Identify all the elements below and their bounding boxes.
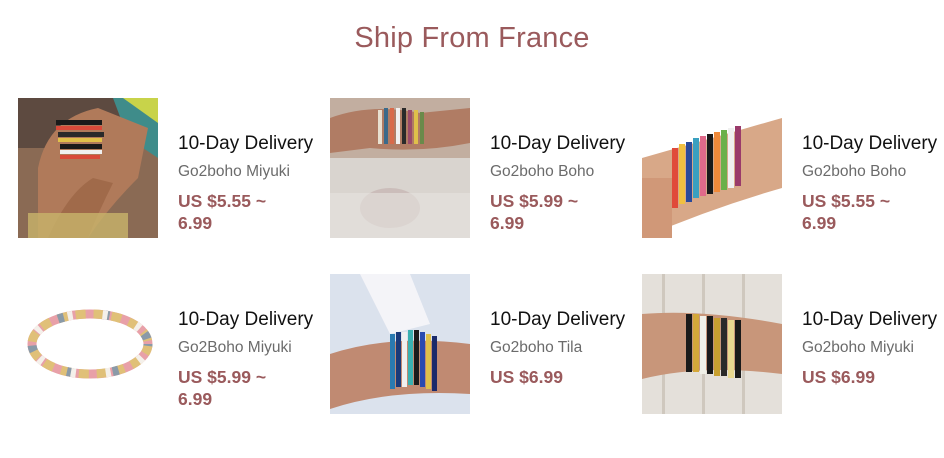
delivery-label: 10-Day Delivery: [490, 133, 626, 154]
bracelet-photo-icon: [330, 274, 470, 414]
bracelet-photo-icon: [18, 274, 158, 414]
price: US $5.55 ~ 6.99: [802, 191, 891, 233]
price: US $5.99 ~ 6.99: [178, 367, 267, 409]
delivery-label: 10-Day Delivery: [802, 309, 938, 330]
bracelet-photo-icon: [642, 98, 782, 238]
delivery-label: 10-Day Delivery: [802, 133, 938, 154]
product-card[interactable]: 10-Day Delivery Go2boho Miyuki US $5.55 …: [18, 98, 330, 238]
product-image[interactable]: [18, 98, 158, 238]
price: US $6.99: [802, 367, 875, 387]
product-grid: 10-Day Delivery Go2boho Miyuki US $5.55 …: [18, 98, 944, 414]
product-info: 10-Day Delivery Go2boho Boho US $5.55 ~ …: [802, 98, 944, 234]
shop-name[interactable]: Go2boho Boho: [802, 162, 944, 182]
shop-name[interactable]: Go2Boho Miyuki: [178, 338, 326, 358]
shop-name[interactable]: Go2boho Miyuki: [178, 162, 326, 182]
bracelet-photo-icon: [330, 98, 470, 238]
bracelet-photo-icon: [642, 274, 782, 414]
product-info: 10-Day Delivery Go2boho Tila US $6.99: [490, 274, 638, 388]
product-image[interactable]: [330, 274, 470, 414]
product-card[interactable]: 10-Day Delivery Go2boho Tila US $6.99: [330, 274, 642, 414]
product-card[interactable]: 10-Day Delivery Go2boho Boho US $5.99 ~ …: [330, 98, 642, 238]
product-image[interactable]: [642, 98, 782, 238]
delivery-label: 10-Day Delivery: [178, 133, 314, 154]
product-card[interactable]: 10-Day Delivery Go2boho Miyuki US $6.99: [642, 274, 944, 414]
delivery-label: 10-Day Delivery: [490, 309, 626, 330]
ship-from-france-section: Ship From France 10-Day Delivery Go2boho…: [0, 0, 944, 458]
product-card[interactable]: 10-Day Delivery Go2boho Boho US $5.55 ~ …: [642, 98, 944, 238]
price: US $5.55 ~ 6.99: [178, 191, 267, 233]
product-info: 10-Day Delivery Go2Boho Miyuki US $5.99 …: [178, 274, 326, 410]
delivery-label: 10-Day Delivery: [178, 309, 314, 330]
product-info: 10-Day Delivery Go2boho Miyuki US $5.55 …: [178, 98, 326, 234]
bracelet-photo-icon: [18, 98, 158, 238]
product-info: 10-Day Delivery Go2boho Boho US $5.99 ~ …: [490, 98, 638, 234]
shop-name[interactable]: Go2boho Boho: [490, 162, 638, 182]
price: US $5.99 ~ 6.99: [490, 191, 579, 233]
product-image[interactable]: [18, 274, 158, 414]
price: US $6.99: [490, 367, 563, 387]
product-image[interactable]: [642, 274, 782, 414]
shop-name[interactable]: Go2boho Tila: [490, 338, 638, 358]
section-title: Ship From France: [354, 22, 590, 54]
shop-name[interactable]: Go2boho Miyuki: [802, 338, 944, 358]
product-info: 10-Day Delivery Go2boho Miyuki US $6.99: [802, 274, 944, 388]
product-image[interactable]: [330, 98, 470, 238]
product-card[interactable]: 10-Day Delivery Go2Boho Miyuki US $5.99 …: [18, 274, 330, 414]
